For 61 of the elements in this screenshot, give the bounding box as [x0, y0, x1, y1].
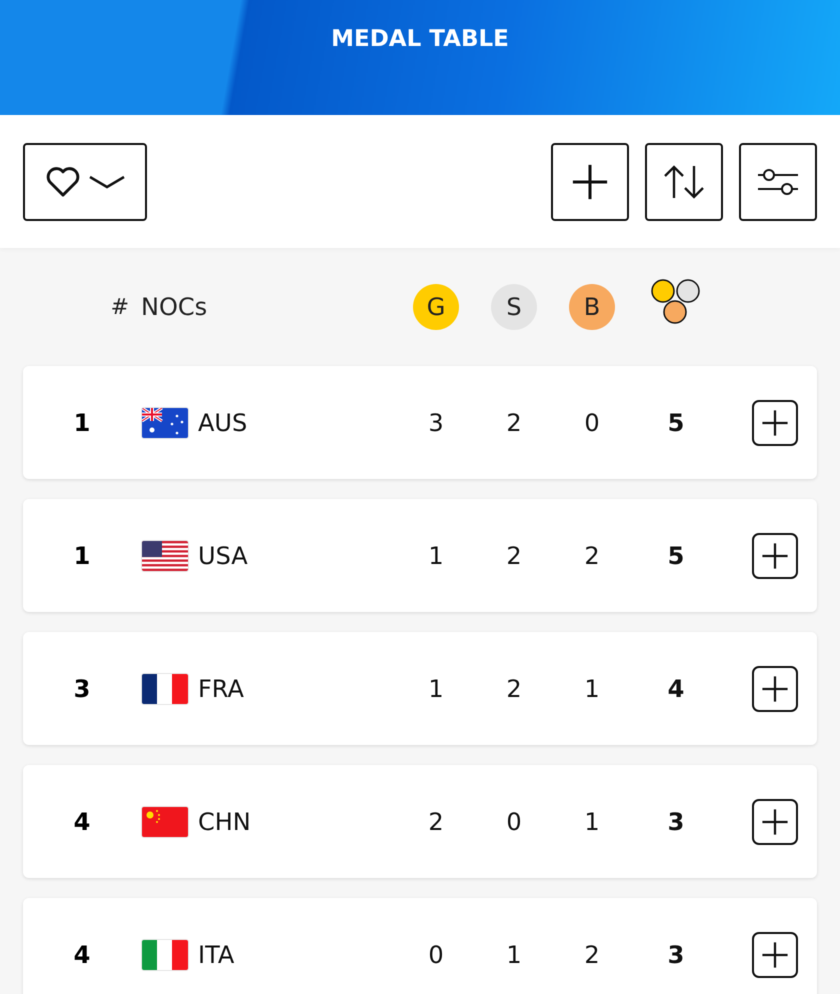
total-count: 5	[668, 408, 684, 436]
sort-button[interactable]	[645, 142, 723, 220]
flag-icon	[142, 540, 188, 570]
rank: 3	[74, 674, 90, 702]
plus-icon	[761, 808, 789, 836]
heart-icon	[45, 166, 81, 198]
second-place-count: 2	[506, 542, 522, 570]
country-code: USA	[198, 542, 248, 570]
medals-total-icon	[650, 278, 702, 326]
third-place-count: 2	[584, 940, 600, 968]
total-count: 5	[668, 542, 684, 570]
expand-button[interactable]	[752, 532, 798, 578]
flag-icon	[142, 940, 188, 970]
third-place-header: B	[569, 284, 615, 330]
expand-button[interactable]	[752, 400, 798, 446]
second-place-count: 2	[506, 408, 522, 436]
total-count: 3	[668, 940, 684, 968]
caret-icon	[89, 174, 125, 188]
third-place-count: 1	[584, 674, 600, 702]
rank-header: #	[110, 294, 129, 320]
sort-icon	[663, 164, 705, 198]
country-code: AUS	[198, 408, 248, 436]
rank: 4	[74, 808, 90, 836]
expand-button[interactable]	[752, 666, 798, 712]
first-place-count: 2	[428, 808, 444, 836]
plus-icon	[761, 674, 789, 702]
first-place-count: 0	[428, 940, 444, 968]
second-place-count: 2	[506, 674, 522, 702]
first-place-count: 3	[428, 408, 444, 436]
rank: 4	[74, 940, 90, 968]
flag-icon	[142, 806, 188, 836]
expand-button[interactable]	[752, 798, 798, 844]
flag-icon	[142, 408, 188, 438]
flag-icon	[142, 674, 188, 704]
settings-icon	[757, 166, 799, 196]
page-title: MEDAL TABLE	[331, 26, 509, 54]
plus-icon	[761, 542, 789, 570]
third-place-count: 2	[584, 542, 600, 570]
expand-button[interactable]	[752, 932, 798, 978]
country-code: FRA	[198, 674, 244, 702]
second-place-count: 1	[506, 940, 522, 968]
rank: 1	[74, 542, 90, 570]
favorites-dropdown[interactable]	[23, 142, 147, 220]
first-place-count: 1	[428, 542, 444, 570]
add-button[interactable]	[551, 142, 629, 220]
third-place-count: 0	[584, 408, 600, 436]
plus-icon	[761, 408, 789, 436]
third-place-count: 1	[584, 808, 600, 836]
country-code: CHN	[198, 808, 251, 836]
first-place-header: G	[413, 284, 459, 330]
total-count: 4	[668, 674, 684, 702]
plus-icon	[571, 162, 609, 200]
noc-header: NOCs	[141, 293, 208, 321]
filter-button[interactable]	[739, 142, 817, 220]
country-code: ITA	[198, 940, 234, 968]
second-place-count: 0	[506, 808, 522, 836]
rank: 1	[74, 408, 90, 436]
plus-icon	[761, 940, 789, 968]
first-place-count: 1	[428, 674, 444, 702]
total-count: 3	[668, 808, 684, 836]
second-place-header: S	[491, 284, 537, 330]
